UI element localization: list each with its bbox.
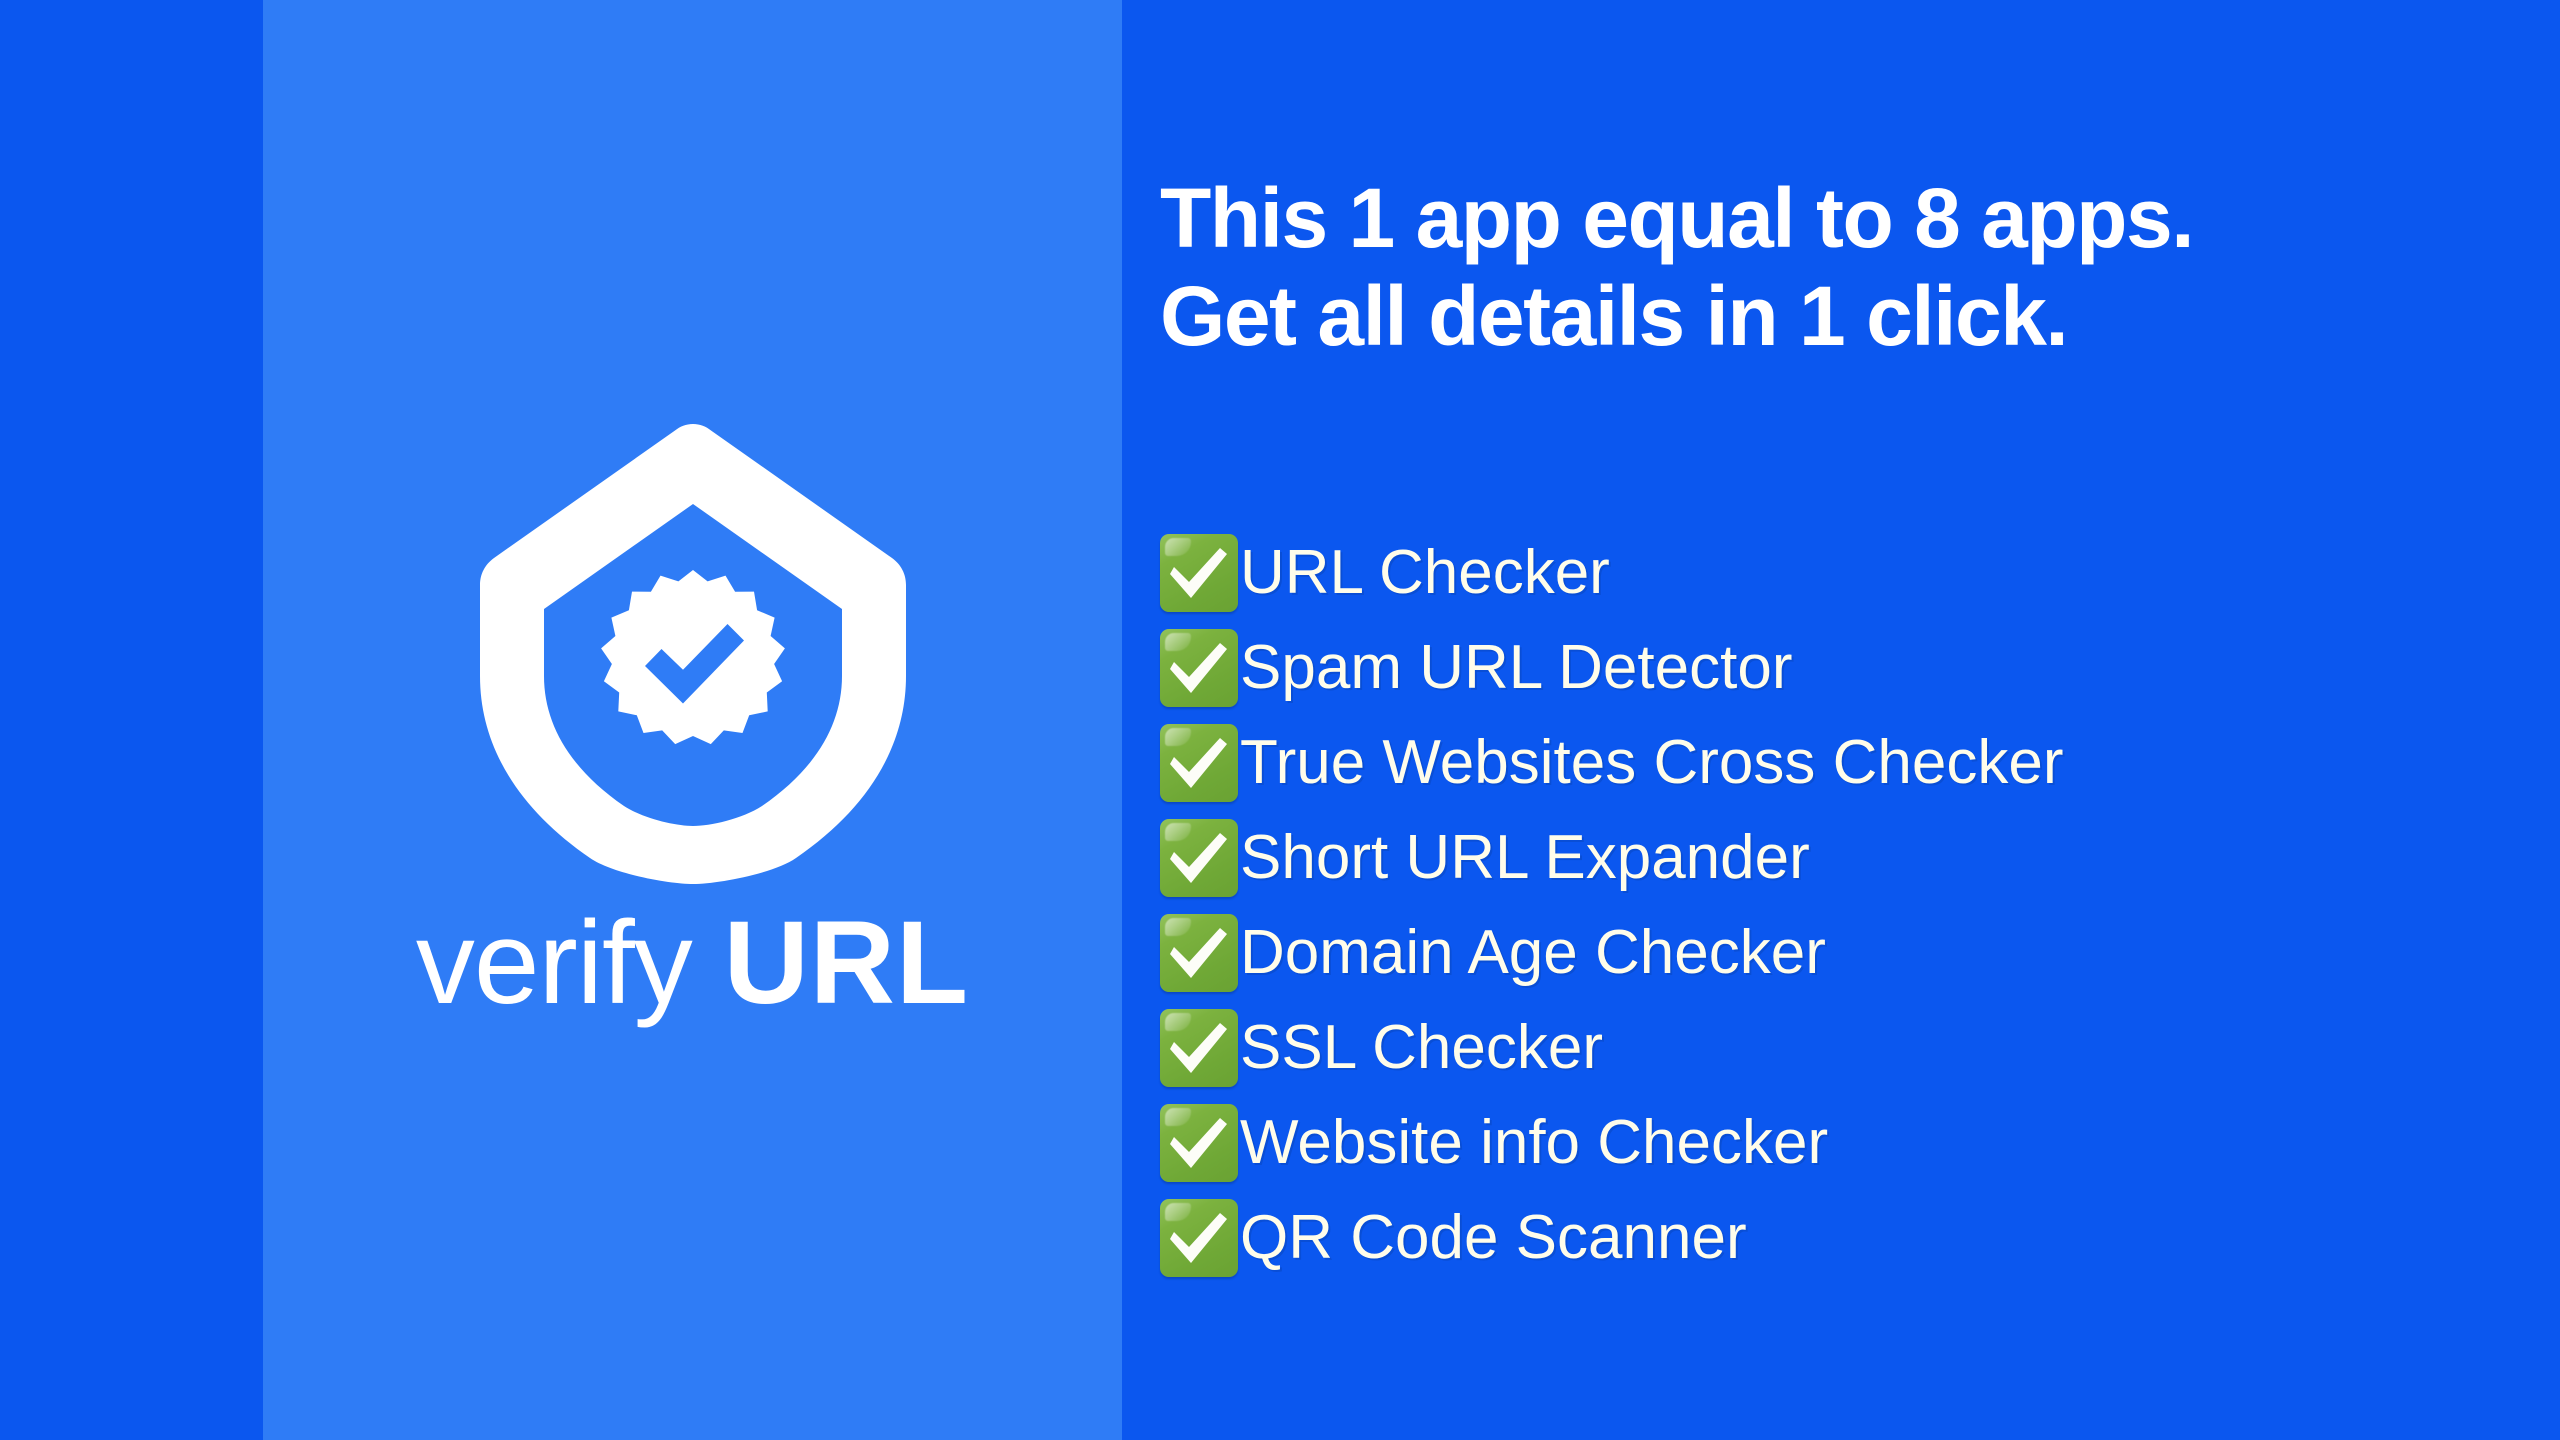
wordmark-url: URL [723, 897, 970, 1029]
list-item: Domain Age Checker [1160, 905, 2500, 1000]
white-heavy-check-mark-icon [1160, 723, 1238, 802]
page-title: This 1 app equal to 8 apps. Get all deta… [1160, 176, 2500, 358]
list-item: Spam URL Detector [1160, 620, 2500, 715]
wordmark-space [692, 897, 724, 1029]
list-item-label: URL Checker [1240, 537, 1610, 607]
white-heavy-check-mark-icon [1160, 913, 1238, 992]
white-heavy-check-mark-icon [1160, 533, 1238, 612]
list-item: QR Code Scanner [1160, 1190, 2500, 1285]
brand-wordmark: verify URL [416, 904, 969, 1022]
white-heavy-check-mark-icon [1160, 1103, 1238, 1182]
list-item: True Websites Cross Checker [1160, 715, 2500, 810]
headline-line-1: This 1 app equal to 8 apps. [1160, 171, 2195, 265]
list-item: URL Checker [1160, 525, 2500, 620]
list-item: Short URL Expander [1160, 810, 2500, 905]
list-item: Website info Checker [1160, 1095, 2500, 1190]
white-heavy-check-mark-icon [1160, 818, 1238, 897]
white-heavy-check-mark-icon [1160, 628, 1238, 707]
list-item-label: SSL Checker [1240, 1012, 1603, 1082]
list-item-label: QR Code Scanner [1240, 1202, 1747, 1272]
brand-panel: verify URL [263, 0, 1122, 1440]
wordmark-verify: verify [415, 897, 693, 1029]
promo-banner: verify URL This 1 app equal to 8 apps. G… [0, 0, 2560, 1440]
headline-line-2: Get all details in 1 click. [1160, 269, 2069, 363]
list-item-label: Short URL Expander [1240, 822, 1810, 892]
white-heavy-check-mark-icon [1160, 1008, 1238, 1087]
list-item: SSL Checker [1160, 1000, 2500, 1095]
feature-list: URL Checker Spam URL Detector True Websi… [1160, 525, 2500, 1285]
list-item-label: Spam URL Detector [1240, 632, 1793, 702]
content-column: This 1 app equal to 8 apps. Get all deta… [1160, 0, 2490, 1440]
brand-lockup: verify URL [263, 0, 1122, 1440]
shield-check-badge-icon [478, 418, 908, 888]
white-heavy-check-mark-icon [1160, 1198, 1238, 1277]
list-item-label: True Websites Cross Checker [1240, 727, 2064, 797]
list-item-label: Domain Age Checker [1240, 917, 1826, 987]
list-item-label: Website info Checker [1240, 1107, 1829, 1177]
